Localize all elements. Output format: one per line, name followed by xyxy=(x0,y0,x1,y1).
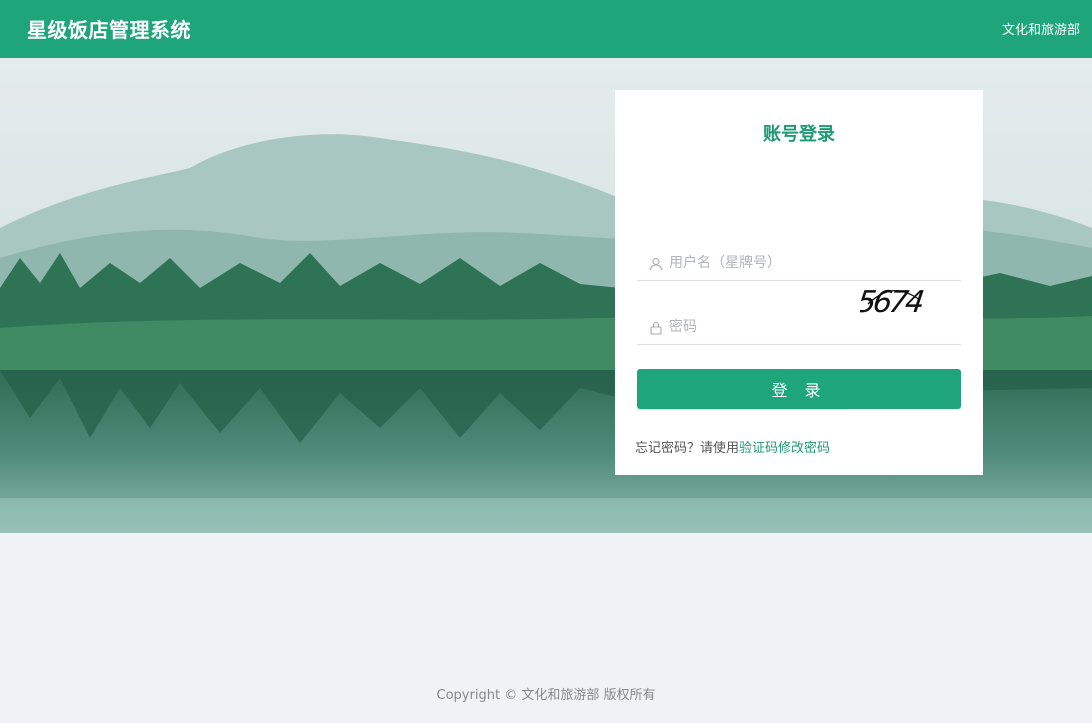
username-input[interactable] xyxy=(667,251,952,275)
user-icon xyxy=(649,257,663,271)
reset-password-link[interactable]: 验证码修改密码 xyxy=(739,441,830,456)
forgot-password-text: 忘记密码？请使用验证码修改密码 xyxy=(635,437,830,456)
org-link[interactable]: 文化和旅游部 xyxy=(1002,19,1080,38)
copyright-text: 文化和旅游部 版权所有 xyxy=(521,688,656,703)
login-title: 账号登录 xyxy=(763,124,835,145)
app-title: 星级饭店管理系统 xyxy=(27,18,191,42)
top-header: 星级饭店管理系统 文化和旅游部 xyxy=(0,0,1092,58)
copyright-symbol: © xyxy=(504,688,518,703)
lock-icon xyxy=(650,321,662,335)
copyright-prefix: Copyright xyxy=(436,688,501,703)
username-field xyxy=(637,245,961,281)
login-button[interactable]: 登 录 xyxy=(637,369,961,409)
forgot-prompt: 忘记密码？请使用 xyxy=(635,441,740,456)
captcha-image[interactable]: 5674 xyxy=(860,282,942,320)
footer: Copyright © 文化和旅游部 版权所有 xyxy=(0,684,1092,703)
